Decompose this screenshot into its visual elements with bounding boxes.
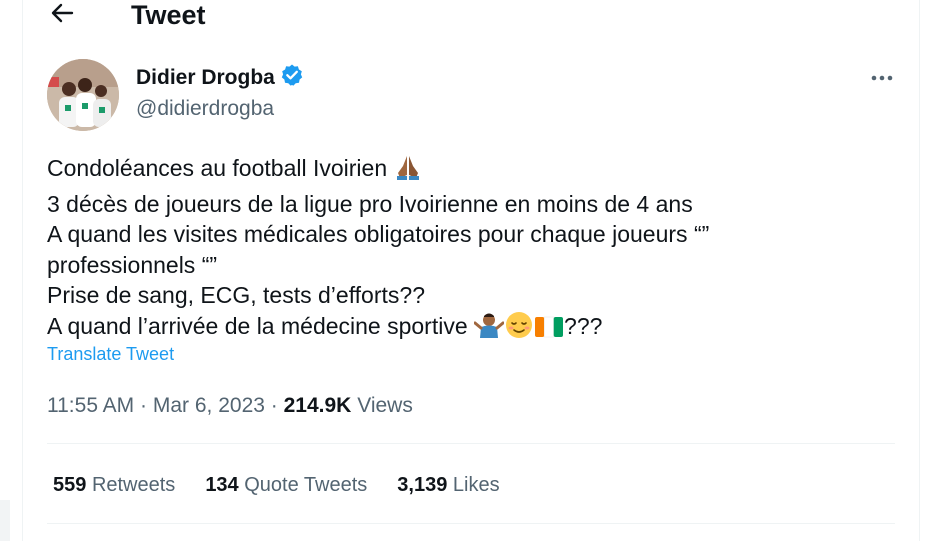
author-name[interactable]: Didier Drogba [136, 64, 275, 92]
arrow-left-icon [50, 2, 74, 29]
retweets-stat[interactable]: 559 Retweets [53, 471, 175, 499]
tweet-line-text: ??? [564, 312, 603, 339]
likes-count: 3,139 [397, 474, 448, 496]
more-horizontal-icon [870, 69, 894, 87]
back-button[interactable] [44, 0, 80, 30]
tweet-meta: 11:55 AM · Mar 6, 2023 · 214.9K Views [47, 392, 413, 420]
author-handle[interactable]: @didierdrogba [136, 95, 274, 123]
page-title: Tweet [131, 0, 206, 30]
cote-divoire-flag-icon [534, 315, 564, 347]
likes-stat[interactable]: 3,139 Likes [397, 471, 499, 499]
left-edge-shade [0, 500, 10, 541]
verified-badge-icon [280, 63, 304, 92]
divider [47, 443, 895, 444]
tweet-text: Condoléances au football Ivoirien 3 décè… [47, 153, 847, 346]
person-shrugging-icon [473, 311, 505, 347]
tweet-line: Prise de sang, ECG, tests d’efforts?? [47, 282, 425, 308]
divider [47, 523, 895, 524]
tweet-page: Tweet Didier Drogba @didierdrogba Condol… [0, 0, 935, 541]
more-button[interactable] [864, 64, 900, 92]
avatar[interactable] [47, 59, 119, 131]
tweet-line: A quand l’arrivée de la médecine sportiv… [47, 311, 847, 347]
author-name-row[interactable]: Didier Drogba [136, 63, 304, 92]
retweets-label: Retweets [91, 474, 176, 496]
views-label: Views [357, 394, 413, 417]
relieved-face-icon [504, 311, 534, 347]
meta-separator: · [140, 394, 148, 417]
tweet-line-text: A quand l’arrivée de la médecine sportiv… [47, 312, 468, 339]
meta-separator: · [270, 394, 278, 417]
quotes-count: 134 [205, 474, 239, 496]
tweet-line-text: Condoléances au football Ivoirien [47, 155, 388, 181]
tweet-line: 3 décès de joueurs de la ligue pro Ivoir… [47, 190, 693, 217]
tweet-line: professionnels “” [47, 251, 218, 278]
views-count: 214.9K [283, 394, 352, 417]
engagement-stats: 559 Retweets 134 Quote Tweets 3,139 Like… [53, 471, 500, 499]
folded-hands-icon [394, 153, 422, 189]
tweet-line: A quand les visites médicales obligatoir… [47, 221, 710, 247]
retweets-count: 559 [53, 474, 87, 496]
translate-tweet-link[interactable]: Translate Tweet [47, 342, 174, 366]
tweet-time[interactable]: 11:55 AM [47, 394, 134, 417]
tweet-date[interactable]: Mar 6, 2023 [153, 394, 265, 417]
quotes-label: Quote Tweets [244, 474, 368, 496]
tweet-line: Condoléances au football Ivoirien [47, 153, 847, 189]
quote-tweets-stat[interactable]: 134 Quote Tweets [205, 471, 367, 499]
likes-label: Likes [452, 474, 500, 496]
